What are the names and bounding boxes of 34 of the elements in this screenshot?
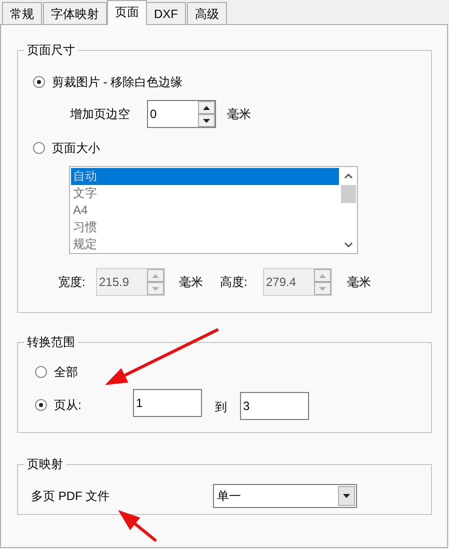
unit-text: 毫米 (347, 274, 371, 290)
spin-box[interactable]: 0 (147, 100, 216, 128)
up-arrow-icon[interactable] (203, 106, 210, 110)
radio-button[interactable] (33, 142, 45, 154)
annotation-arrow (118, 510, 156, 542)
dropdown[interactable]: 单一 (213, 484, 357, 508)
radio-button[interactable] (35, 366, 47, 378)
unit-text: 毫米 (227, 106, 251, 122)
down-arrow-icon[interactable] (203, 118, 210, 122)
radio-label[interactable]: 全部 (54, 364, 78, 380)
radio-label[interactable]: 剪裁图片 - 移除白色边缘 (52, 74, 183, 90)
label-text: 多页 PDF 文件 (31, 488, 111, 504)
spin-down-button[interactable] (198, 114, 215, 127)
radio-label[interactable]: 页面大小 (52, 140, 100, 156)
text-field[interactable]: 1 (133, 389, 202, 417)
label-text: 宽度: (58, 274, 86, 290)
group-title: 转换范围 (26, 335, 76, 349)
label-text: 增加页边空 (70, 106, 131, 122)
tab[interactable]: 页面 (107, 0, 147, 25)
radio-button[interactable] (35, 398, 47, 410)
radio-label[interactable]: 页从: (54, 396, 82, 412)
tab[interactable]: 字体映射 (43, 2, 107, 24)
radio-button[interactable] (33, 76, 45, 88)
tab[interactable]: 高级 (187, 2, 227, 24)
label-text: 到 (215, 398, 227, 414)
label-text: 高度: (220, 274, 248, 290)
number-field[interactable]: 0 (148, 101, 198, 127)
spin-up-button[interactable] (198, 101, 215, 114)
group-title: 页面尺寸 (26, 43, 76, 57)
text-field[interactable]: 3 (240, 392, 309, 420)
tab[interactable]: DXF (146, 2, 186, 24)
unit-text: 毫米 (179, 274, 204, 290)
tab[interactable]: 常规 (2, 2, 42, 24)
group-title: 页映射 (26, 457, 64, 471)
